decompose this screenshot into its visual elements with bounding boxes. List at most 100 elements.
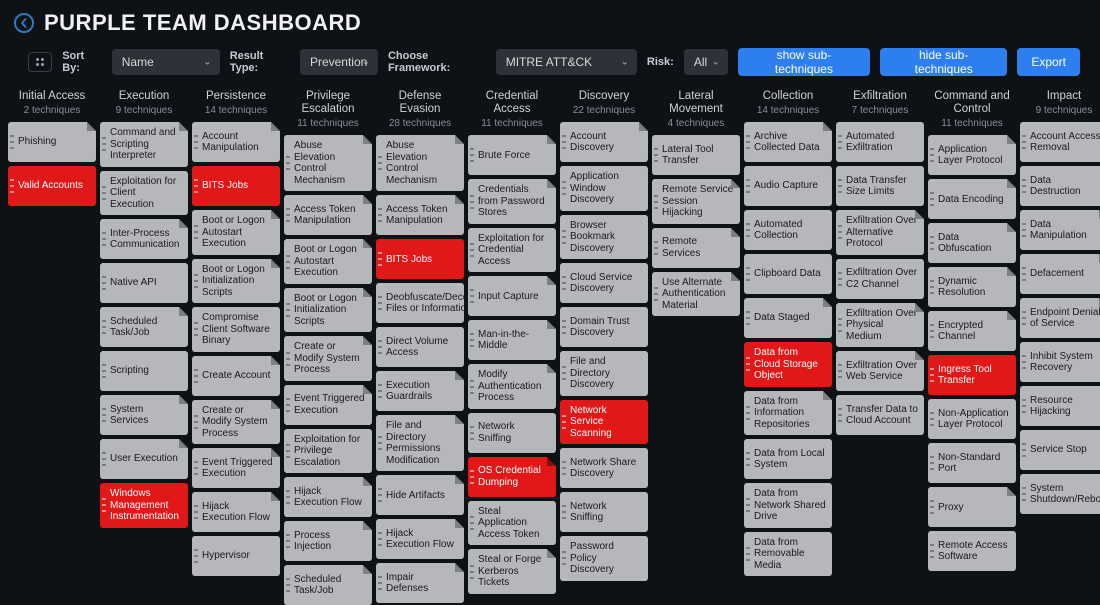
technique-cell[interactable]: Use Alternate Authentication Material	[652, 272, 740, 317]
technique-cell[interactable]: Exfiltration Over Physical Medium	[836, 303, 924, 348]
technique-cell[interactable]: Hide Artifacts	[376, 475, 464, 515]
technique-cell[interactable]: Steal or Forge Kerberos Tickets	[468, 549, 556, 594]
technique-cell[interactable]: Abuse Elevation Control Mechanism	[376, 135, 464, 191]
technique-cell[interactable]: Service Stop	[1020, 430, 1100, 470]
technique-cell[interactable]: Deobfuscate/Decode Files or Information	[376, 283, 464, 323]
technique-cell[interactable]: Data Obfuscation	[928, 223, 1016, 263]
technique-cell[interactable]: Data from Information Repositories	[744, 391, 832, 436]
technique-cell[interactable]: Remote Services	[652, 228, 740, 268]
framework-select[interactable]: MITRE ATT&CK ⌄	[496, 49, 637, 75]
technique-cell[interactable]: Compromise Client Software Binary	[192, 307, 280, 352]
technique-cell[interactable]: User Execution	[100, 439, 188, 479]
technique-cell[interactable]: Network Sniffing	[468, 413, 556, 453]
technique-cell[interactable]: Data Staged	[744, 298, 832, 338]
result-type-select[interactable]: Prevention ⌄	[300, 49, 378, 75]
technique-cell[interactable]: Network Share Discovery	[560, 448, 648, 488]
technique-cell[interactable]: Network Sniffing	[560, 492, 648, 532]
technique-cell[interactable]: Dynamic Resolution	[928, 267, 1016, 307]
technique-cell[interactable]: Automated Exfiltration	[836, 122, 924, 162]
export-button[interactable]: Export	[1017, 48, 1080, 76]
technique-cell[interactable]: Inhibit System Recovery	[1020, 342, 1100, 382]
technique-cell[interactable]: Boot or Logon Autostart Execution	[284, 239, 372, 284]
technique-cell[interactable]: Audio Capture	[744, 166, 832, 206]
technique-cell[interactable]: Input Capture	[468, 276, 556, 316]
technique-cell[interactable]: Exfiltration Over C2 Channel	[836, 259, 924, 299]
technique-cell[interactable]: Exfiltration Over Web Service	[836, 351, 924, 391]
technique-cell[interactable]: Password Policy Discovery	[560, 536, 648, 581]
risk-select[interactable]: All ⌄	[684, 49, 728, 75]
technique-cell[interactable]: Non-Standard Port	[928, 443, 1016, 483]
technique-cell[interactable]: Execution Guardrails	[376, 371, 464, 411]
technique-cell[interactable]: Browser Bookmark Discovery	[560, 215, 648, 260]
technique-cell[interactable]: Brute Force	[468, 135, 556, 175]
technique-cell[interactable]: Event Triggered Execution	[192, 448, 280, 488]
show-sub-button[interactable]: show sub-techniques	[738, 48, 870, 76]
technique-cell[interactable]: Data from Cloud Storage Object	[744, 342, 832, 387]
technique-cell[interactable]: Non-Application Layer Protocol	[928, 399, 1016, 439]
technique-cell[interactable]: Scripting	[100, 351, 188, 391]
technique-cell[interactable]: Domain Trust Discovery	[560, 307, 648, 347]
technique-cell[interactable]: Boot or Logon Autostart Execution	[192, 210, 280, 255]
technique-cell[interactable]: Steal Application Access Token	[468, 501, 556, 546]
technique-cell[interactable]: Resource Hijacking	[1020, 386, 1100, 426]
technique-cell[interactable]: Application Layer Protocol	[928, 135, 1016, 175]
technique-cell[interactable]: Data from Network Shared Drive	[744, 483, 832, 528]
technique-cell[interactable]: Man-in-the-Middle	[468, 320, 556, 360]
technique-cell[interactable]: Account Manipulation	[192, 122, 280, 162]
technique-cell[interactable]: Endpoint Denial of Service	[1020, 298, 1100, 338]
technique-cell[interactable]: Modify Authentication Process	[468, 364, 556, 409]
technique-cell[interactable]: Automated Collection	[744, 210, 832, 250]
technique-cell[interactable]: Access Token Manipulation	[376, 195, 464, 235]
technique-cell[interactable]: Data Encoding	[928, 179, 1016, 219]
technique-cell[interactable]: Encrypted Channel	[928, 311, 1016, 351]
technique-cell[interactable]: Abuse Elevation Control Mechanism	[284, 135, 372, 191]
technique-cell[interactable]: Create or Modify System Process	[192, 400, 280, 445]
technique-cell[interactable]: Inter-Process Communication	[100, 219, 188, 259]
technique-cell[interactable]: OS Credential Dumping	[468, 457, 556, 497]
technique-cell[interactable]: Create Account	[192, 356, 280, 396]
technique-cell[interactable]: Ingress Tool Transfer	[928, 355, 1016, 395]
technique-cell[interactable]: Cloud Service Discovery	[560, 263, 648, 303]
back-icon[interactable]	[14, 13, 34, 33]
technique-cell[interactable]: Create or Modify System Process	[284, 336, 372, 381]
technique-cell[interactable]: Credentials from Password Stores	[468, 179, 556, 224]
technique-cell[interactable]: Access Token Manipulation	[284, 195, 372, 235]
technique-cell[interactable]: Network Service Scanning	[560, 400, 648, 445]
technique-cell[interactable]: Boot or Logon Initialization Scripts	[284, 288, 372, 333]
technique-cell[interactable]: System Services	[100, 395, 188, 435]
technique-cell[interactable]: BITS Jobs	[376, 239, 464, 279]
technique-cell[interactable]: Command and Scripting Interpreter	[100, 122, 188, 167]
technique-cell[interactable]: Process Injection	[284, 521, 372, 561]
filter-icon[interactable]	[28, 52, 52, 72]
technique-cell[interactable]: Clipboard Data	[744, 254, 832, 294]
technique-cell[interactable]: Direct Volume Access	[376, 327, 464, 367]
technique-cell[interactable]: Exfiltration Over Alternative Protocol	[836, 210, 924, 255]
technique-cell[interactable]: System Shutdown/Reboot	[1020, 474, 1100, 514]
technique-cell[interactable]: Scheduled Task/Job	[100, 307, 188, 347]
technique-cell[interactable]: Data from Local System	[744, 439, 832, 479]
technique-cell[interactable]: Data from Removable Media	[744, 532, 832, 577]
technique-cell[interactable]: Data Destruction	[1020, 166, 1100, 206]
technique-cell[interactable]: Impair Defenses	[376, 563, 464, 603]
technique-cell[interactable]: Hijack Execution Flow	[284, 477, 372, 517]
technique-cell[interactable]: Data Manipulation	[1020, 210, 1100, 250]
technique-cell[interactable]: Data Transfer Size Limits	[836, 166, 924, 206]
technique-cell[interactable]: Exploitation for Client Execution	[100, 171, 188, 216]
technique-cell[interactable]: Hypervisor	[192, 536, 280, 576]
technique-cell[interactable]: Event Triggered Execution	[284, 385, 372, 425]
sort-by-select[interactable]: Name ⌄	[112, 49, 220, 75]
technique-cell[interactable]: Proxy	[928, 487, 1016, 527]
technique-cell[interactable]: Exploitation for Credential Access	[468, 228, 556, 273]
technique-cell[interactable]: Transfer Data to Cloud Account	[836, 395, 924, 435]
technique-cell[interactable]: Hijack Execution Flow	[376, 519, 464, 559]
technique-cell[interactable]: Lateral Tool Transfer	[652, 135, 740, 175]
technique-cell[interactable]: Windows Management Instrumentation	[100, 483, 188, 528]
hide-sub-button[interactable]: hide sub-techniques	[880, 48, 1007, 76]
technique-cell[interactable]: Scheduled Task/Job	[284, 565, 372, 605]
technique-cell[interactable]: Exploitation for Privilege Escalation	[284, 429, 372, 474]
technique-cell[interactable]: Valid Accounts	[8, 166, 96, 206]
technique-cell[interactable]: Remote Service Session Hijacking	[652, 179, 740, 224]
technique-cell[interactable]: Remote Access Software	[928, 531, 1016, 571]
technique-cell[interactable]: BITS Jobs	[192, 166, 280, 206]
technique-cell[interactable]: Defacement	[1020, 254, 1100, 294]
